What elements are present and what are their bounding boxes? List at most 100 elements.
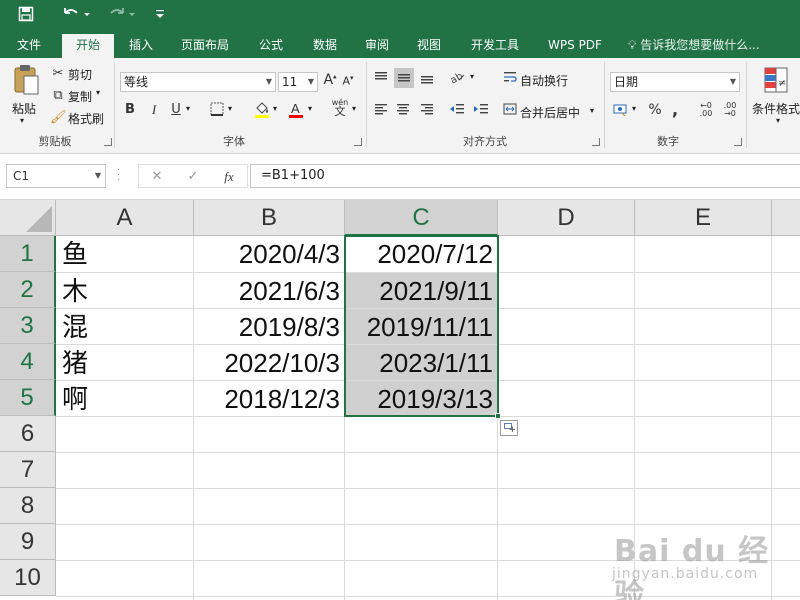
tab-formulas[interactable]: 公式 (248, 32, 294, 58)
underline-dropdown-icon[interactable]: ▾ (186, 104, 190, 113)
paste-dropdown-icon[interactable]: ▾ (20, 116, 24, 125)
cell-b5[interactable]: 2018/12/3 (194, 381, 344, 416)
font-name-select[interactable]: 等线 ▼ (120, 72, 276, 92)
tab-insert[interactable]: 插入 (118, 32, 164, 58)
align-bottom-icon[interactable] (418, 70, 436, 88)
insert-function-button[interactable]: fx (217, 167, 241, 187)
fill-handle[interactable] (495, 413, 501, 419)
tab-developer[interactable]: 开发工具 (462, 32, 528, 58)
row-header-3[interactable]: 3 (0, 308, 56, 344)
font-launcher-icon[interactable] (354, 138, 362, 146)
accounting-dropdown-icon[interactable]: ▾ (632, 104, 636, 113)
customize-quick-access-icon[interactable] (150, 6, 170, 26)
cell-c3[interactable]: 2019/11/11 (345, 309, 497, 344)
alignment-launcher-icon[interactable] (592, 138, 600, 146)
cell-a5[interactable]: 啊 (56, 381, 193, 416)
cell-c4[interactable]: 2023/1/11 (345, 345, 497, 380)
bold-button[interactable]: B (122, 102, 138, 117)
merge-dropdown-icon[interactable]: ▾ (590, 106, 594, 115)
phonetic-dropdown-icon[interactable]: ▾ (352, 104, 356, 113)
row-header-9[interactable]: 9 (0, 524, 56, 560)
tab-home[interactable]: 开始 (62, 34, 114, 58)
font-size-select[interactable]: 11 ▼ (278, 72, 318, 92)
copy-dropdown-icon[interactable]: ▾ (96, 88, 100, 97)
tab-file[interactable]: 文件 (6, 32, 52, 58)
cut-button[interactable]: 剪切 (68, 66, 92, 83)
orientation-icon[interactable]: ab (448, 70, 466, 88)
decrease-font-icon[interactable]: A▾ (340, 74, 356, 88)
row-header-5[interactable]: 5 (0, 380, 56, 416)
align-center-icon[interactable] (394, 102, 412, 120)
cell-b2[interactable]: 2021/6/3 (194, 273, 344, 308)
comma-button[interactable]: , (668, 100, 682, 119)
number-format-select[interactable]: 日期 ▼ (610, 72, 740, 92)
align-left-icon[interactable] (372, 102, 390, 120)
paste-button-label[interactable]: 粘贴 (12, 100, 36, 117)
cell-a4[interactable]: 猪 (56, 345, 193, 380)
save-icon[interactable] (14, 6, 38, 26)
tab-data[interactable]: 数据 (302, 32, 348, 58)
conditional-format-icon[interactable]: ≠ (762, 66, 790, 98)
wrap-text-icon[interactable] (502, 70, 518, 88)
decrease-indent-icon[interactable] (448, 102, 466, 120)
column-header-a[interactable]: A (56, 200, 194, 236)
cell-b4[interactable]: 2022/10/3 (194, 345, 344, 380)
orientation-dropdown-icon[interactable]: ▾ (470, 72, 474, 81)
row-header-6[interactable]: 6 (0, 416, 56, 452)
fill-color-icon[interactable] (252, 100, 272, 122)
cell-a3[interactable]: 混 (56, 309, 193, 344)
cell-c5[interactable]: 2019/3/13 (345, 381, 497, 416)
row-header-2[interactable]: 2 (0, 272, 56, 308)
borders-dropdown-icon[interactable]: ▾ (228, 104, 232, 113)
fill-color-dropdown-icon[interactable]: ▾ (273, 104, 277, 113)
undo-icon[interactable] (58, 6, 94, 26)
row-header-10[interactable]: 10 (0, 560, 56, 596)
number-launcher-icon[interactable] (734, 138, 742, 146)
percent-button[interactable]: % (646, 102, 664, 118)
cell-a1[interactable]: 鱼 (56, 236, 193, 272)
tab-wps-pdf[interactable]: WPS PDF (540, 32, 610, 58)
row-header-1[interactable]: 1 (0, 236, 56, 272)
row-header-4[interactable]: 4 (0, 344, 56, 380)
column-header-d[interactable]: D (498, 200, 635, 236)
select-all-button[interactable] (0, 200, 56, 236)
phonetic-guide-button[interactable]: wén 文 (330, 98, 350, 117)
tab-page-layout[interactable]: 页面布局 (172, 32, 238, 58)
name-box[interactable]: C1 ▼ (6, 164, 106, 188)
redo-icon[interactable] (104, 6, 140, 26)
cell-b1[interactable]: 2020/4/3 (194, 236, 344, 272)
merge-center-button[interactable]: 合并后居中 (520, 104, 580, 121)
conditional-format-button[interactable]: 条件格式 (752, 100, 800, 117)
borders-icon[interactable] (208, 102, 226, 120)
clipboard-launcher-icon[interactable] (104, 138, 112, 146)
font-color-icon[interactable]: A (286, 100, 306, 122)
format-painter-button[interactable]: 格式刷 (68, 110, 104, 127)
increase-decimal-icon[interactable]: ←0.00 (696, 102, 716, 118)
tell-me-box[interactable]: 💡︎ 告诉我您想要做什么... (628, 32, 760, 58)
column-header-e[interactable]: E (635, 200, 772, 236)
scissors-icon[interactable]: ✂ (50, 66, 66, 81)
cell-c2[interactable]: 2021/9/11 (345, 273, 497, 308)
column-header-f[interactable] (772, 200, 800, 236)
font-color-dropdown-icon[interactable]: ▾ (308, 104, 312, 113)
format-painter-icon[interactable]: 🖌︎ (50, 110, 67, 125)
conditional-format-dropdown-icon[interactable]: ▾ (776, 116, 780, 125)
cell-b3[interactable]: 2019/8/3 (194, 309, 344, 344)
row-header-8[interactable]: 8 (0, 488, 56, 524)
decrease-decimal-icon[interactable]: .00 →0 (720, 102, 740, 118)
formula-input[interactable]: =B1+100 (250, 164, 800, 188)
align-middle-icon[interactable] (394, 68, 414, 88)
copy-icon[interactable]: ⧉ (50, 88, 66, 103)
row-header-7[interactable]: 7 (0, 452, 56, 488)
quick-analysis-button[interactable]: + (500, 420, 518, 436)
copy-button[interactable]: 复制 (68, 88, 92, 105)
align-right-icon[interactable] (418, 102, 436, 120)
accounting-format-icon[interactable] (612, 102, 630, 120)
tab-review[interactable]: 审阅 (354, 32, 400, 58)
paste-icon[interactable] (10, 64, 44, 96)
cancel-icon[interactable]: ✕ (145, 167, 169, 187)
column-header-c[interactable]: C (345, 200, 498, 236)
wrap-text-button[interactable]: 自动换行 (520, 72, 568, 89)
cell-a2[interactable]: 木 (56, 273, 193, 308)
enter-icon[interactable]: ✓ (181, 167, 205, 187)
